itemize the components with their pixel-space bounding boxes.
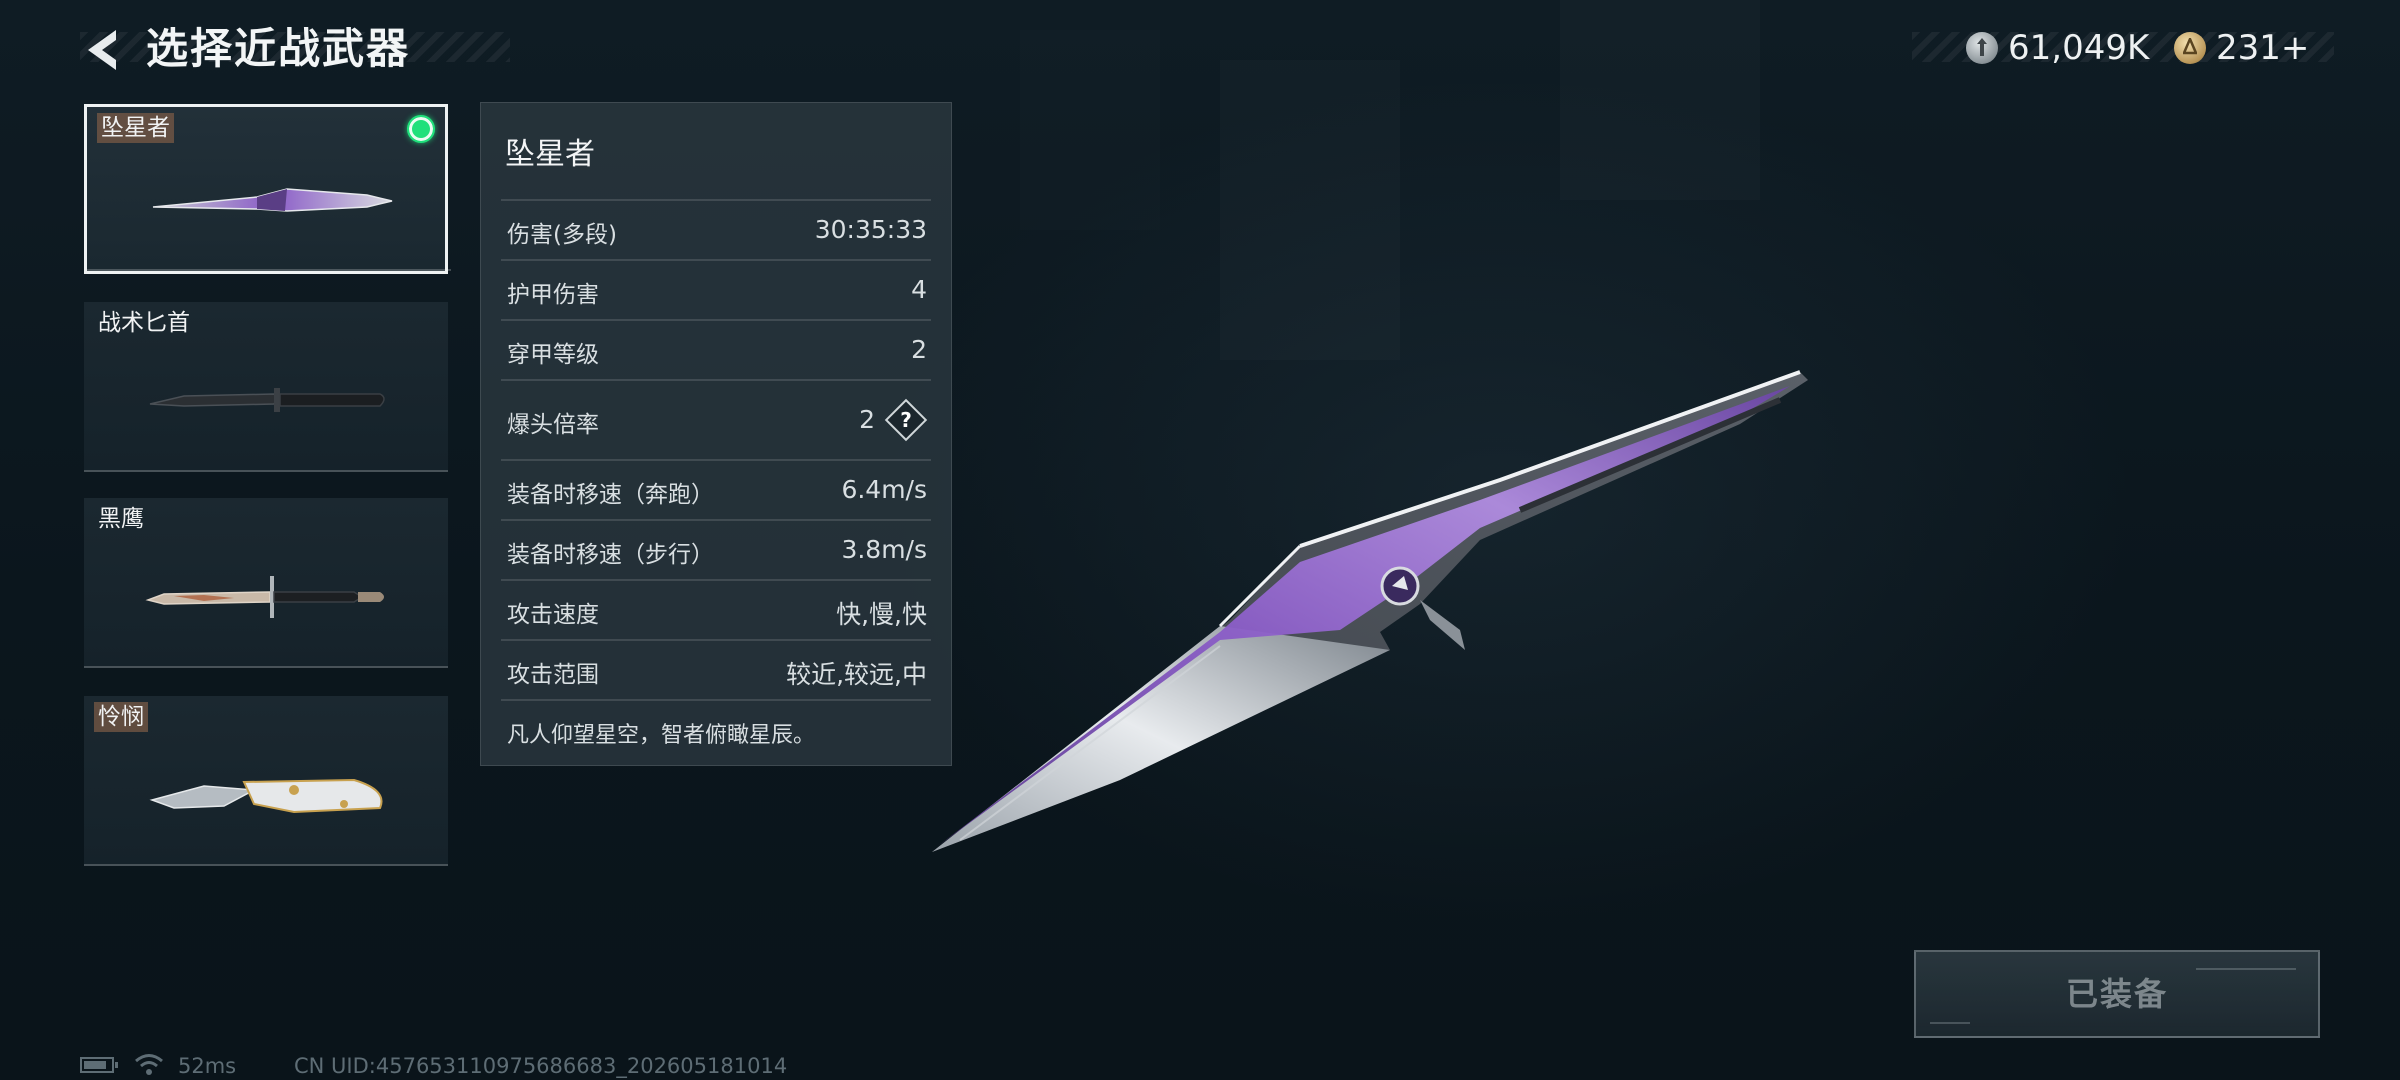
page-title: 选择近战武器 [146, 24, 411, 73]
stat-label: 爆头倍率 [507, 412, 599, 438]
stat-row-attack-speed: 攻击速度 快,慢,快 [501, 579, 931, 639]
weapon-card-black-hawk[interactable]: 黑鹰 [84, 498, 448, 668]
stat-row-attack-range: 攻击范围 较近,较远,中 [501, 639, 931, 699]
stat-value: 30:35:33 [814, 215, 927, 244]
equip-button[interactable]: 已装备 [1914, 950, 2320, 1038]
stat-divider [501, 699, 931, 701]
gold-coin-icon [2174, 32, 2206, 64]
weapon-description: 凡人仰望星空，智者俯瞰星辰。 [507, 723, 816, 748]
stats-weapon-name: 坠星者 [505, 137, 595, 172]
user-uid: CN UID:457653110975686683_202605181014 [294, 1054, 788, 1078]
gold-currency-value[interactable]: 231+ [2216, 28, 2309, 68]
stat-row-damage: 伤害(多段) 30:35:33 [501, 199, 931, 259]
knife-fallen-star-image [152, 188, 393, 212]
back-arrow-icon[interactable] [80, 26, 124, 74]
network-ping: 52ms [178, 1054, 237, 1078]
stat-row-penetration: 穿甲等级 2 [501, 319, 931, 379]
stat-value: 快,慢,快 [836, 600, 927, 629]
weapon-stats-panel: 坠星者 伤害(多段) 30:35:33 护甲伤害 4 穿甲等级 2 爆头倍率 2… [480, 102, 952, 766]
stat-row-walk-speed: 装备时移速（步行） 3.8m/s [501, 519, 931, 579]
card-divider [84, 864, 448, 866]
card-divider [87, 269, 451, 271]
stat-value: 较近,较远,中 [786, 660, 927, 689]
weapon-name: 战术匕首 [98, 310, 190, 336]
weapon-card-mercy[interactable]: 怜悯 [84, 696, 448, 866]
stat-value: 6.4m/s [841, 475, 927, 504]
status-footer: 52ms CN UID:457653110975686683_202605181… [80, 1052, 980, 1080]
knife-fallen-star-render [932, 370, 1808, 852]
weapon-card-fallen-star[interactable]: 坠星者 [84, 104, 451, 274]
stat-label: 伤害(多段) [507, 222, 617, 248]
stat-row-armor-damage: 护甲伤害 4 [501, 259, 931, 319]
weapon-name: 坠星者 [97, 113, 174, 143]
stat-label: 穿甲等级 [507, 342, 599, 368]
silver-currency-value: 61,049K [2008, 28, 2150, 68]
equipped-indicator [407, 115, 435, 143]
card-divider [84, 470, 448, 472]
stat-label: 装备时移速（步行） [507, 542, 714, 568]
stat-label: 攻击范围 [507, 662, 599, 688]
stat-label: 攻击速度 [507, 602, 599, 628]
stat-label: 护甲伤害 [507, 282, 599, 308]
weapon-name: 黑鹰 [98, 506, 144, 532]
wifi-icon [135, 1054, 163, 1075]
weapon-name: 怜悯 [94, 702, 148, 732]
page-header: 选择近战武器 [80, 22, 510, 78]
weapon-card-tactical-dagger[interactable]: 战术匕首 [84, 302, 448, 472]
currency-bar: 61,049K 231+ [1912, 28, 2334, 68]
stat-row-run-speed: 装备时移速（奔跑） 6.4m/s [501, 459, 931, 519]
background-panel [1020, 30, 1160, 230]
knife-tactical-dagger-image [149, 388, 385, 412]
silver-coin-icon [1966, 32, 1998, 64]
background-panel [1560, 0, 1760, 200]
stat-value: 2 [859, 405, 875, 434]
stat-value: 4 [911, 275, 927, 304]
stat-value: 3.8m/s [841, 535, 927, 564]
battery-icon [80, 1057, 118, 1073]
equip-button-label: 已装备 [2065, 975, 2168, 1013]
background-panel [1220, 60, 1400, 360]
stat-label: 装备时移速（奔跑） [507, 482, 714, 508]
stat-row-headshot: 爆头倍率 2 ? [501, 379, 931, 459]
card-divider [84, 666, 448, 668]
knife-mercy-image [149, 778, 383, 814]
knife-black-hawk-image [145, 576, 384, 618]
